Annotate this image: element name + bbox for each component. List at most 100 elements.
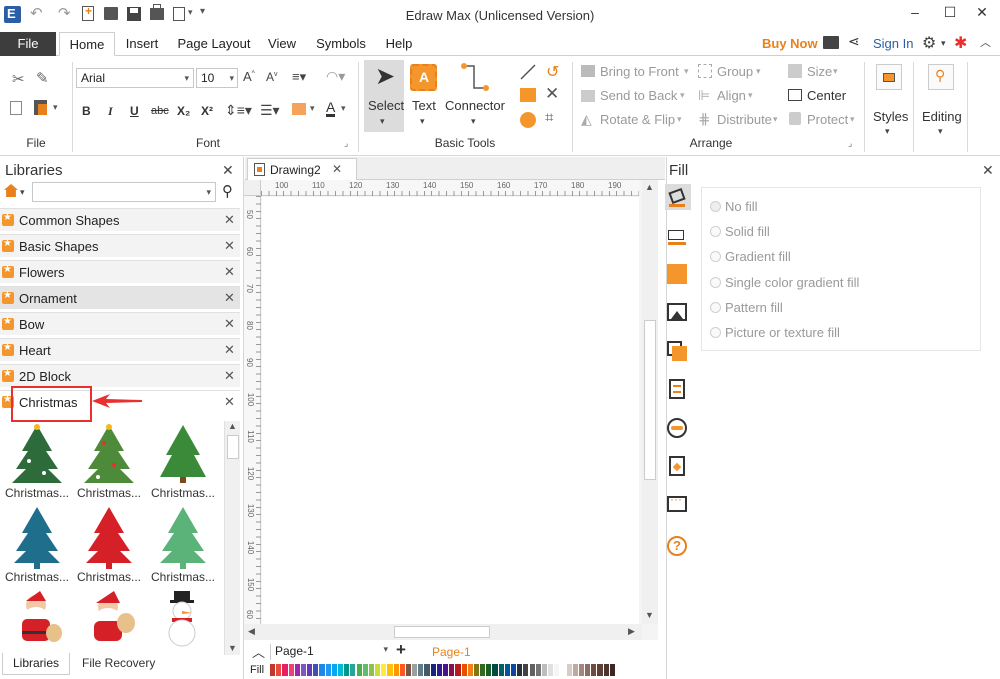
drawing-page[interactable] [262,197,639,624]
radio-button[interactable] [710,302,721,313]
bring-to-front-button[interactable]: Bring to Front [600,64,679,79]
color-swatch[interactable] [541,664,548,676]
fill-option-pattern-fill[interactable]: Pattern fill [710,300,910,318]
shape-christmas-tree-1[interactable]: Christmas... [2,421,72,505]
editing-search-icon[interactable]: ⚲ [928,64,954,90]
library-close-icon[interactable]: ✕ [224,290,235,306]
color-swatch[interactable] [405,664,412,676]
library-item-flowers[interactable]: Flowers ✕ [0,260,240,284]
color-swatch[interactable] [313,664,319,676]
size-button[interactable]: Size [807,64,832,79]
bullets-icon[interactable]: ☰▾ [260,102,280,119]
bring-to-front-icon[interactable] [581,65,595,77]
connector-tool-icon[interactable] [460,62,490,92]
shape-santa-2[interactable] [82,591,136,647]
color-swatch[interactable] [424,664,430,676]
protect-button[interactable]: Protect [807,112,848,127]
library-close-icon[interactable]: ✕ [224,342,235,358]
line-tool-icon[interactable] [520,64,536,80]
color-swatch[interactable] [455,664,461,676]
font-color-dropdown-icon[interactable]: ▾ [341,103,346,114]
format-painter-icon[interactable]: ✂ [12,70,25,88]
text-dropdown-icon[interactable]: ▾ [420,116,425,127]
line-spacing-icon[interactable]: ⇕≡▾ [225,102,252,119]
document-tab-close-icon[interactable]: ✕ [332,162,342,176]
canvas-scroll-thumb[interactable] [644,320,656,480]
paragraph-align-icon[interactable]: ≡▾ [292,69,306,85]
edit-page-icon[interactable] [669,456,685,476]
text-tool-label[interactable]: Text [412,98,436,113]
tab-page-layout[interactable]: Page Layout [171,32,257,56]
color-swatch[interactable] [492,664,498,676]
color-swatch[interactable] [566,664,572,676]
radio-button[interactable] [710,226,721,237]
color-swatch[interactable] [449,664,455,676]
editing-dropdown-icon[interactable]: ▾ [938,126,943,137]
color-swatch[interactable] [307,664,313,676]
color-swatch[interactable] [282,664,288,676]
tab-help[interactable]: Help [378,32,420,56]
crop-tool-icon[interactable]: ⌗ [545,109,553,126]
center-icon[interactable] [788,89,802,101]
fill-option-solid-fill[interactable]: Solid fill [710,224,910,242]
color-swatch[interactable] [498,664,504,676]
rectangle-tool-icon[interactable] [520,88,536,102]
color-swatch[interactable] [294,664,300,676]
color-swatch[interactable] [300,664,307,676]
line-style-icon[interactable] [667,226,687,246]
highlight-dropdown-icon[interactable]: ▾ [310,103,315,114]
fill-panel-close-icon[interactable]: ✕ [982,162,994,179]
color-swatch[interactable] [443,664,449,676]
help-icon[interactable]: ? [667,536,687,556]
send-to-back-button[interactable]: Send to Back [600,88,677,103]
paste-icon[interactable] [34,100,47,115]
radio-button[interactable] [710,251,721,262]
color-swatch[interactable] [381,664,387,676]
tab-view[interactable]: View [262,32,302,56]
color-swatch[interactable] [325,664,331,676]
size-icon[interactable] [788,64,802,78]
align-button[interactable]: Align [717,88,746,103]
brush-icon[interactable]: ✎ [36,69,49,87]
shape-santa-1[interactable] [10,591,64,647]
connector-dropdown-icon[interactable]: ▾ [471,116,476,127]
scroll-up-icon[interactable]: ▲ [228,421,237,431]
scroll-left-icon[interactable]: ◀ [248,626,255,637]
color-swatch[interactable] [356,664,362,676]
shrink-font-icon[interactable]: Av [266,70,278,84]
rotate-flip-button[interactable]: Rotate & Flip [600,112,675,127]
radio-button[interactable] [710,277,721,288]
grow-font-icon[interactable]: A^ [243,69,255,84]
bring-front-dropdown-icon[interactable]: ▾ [684,66,689,77]
color-swatch[interactable] [319,664,325,676]
tab-home[interactable]: Home [59,32,115,56]
library-close-icon[interactable]: ✕ [224,316,235,332]
align-dropdown-icon[interactable]: ▾ [748,90,753,101]
color-swatch[interactable] [578,664,585,676]
copy-icon[interactable] [10,101,22,115]
libraries-close-icon[interactable]: ✕ [222,162,234,179]
color-swatch[interactable] [548,664,554,676]
shadow-icon[interactable] [667,264,687,284]
library-close-icon[interactable]: ✕ [224,212,235,228]
library-item-ornament[interactable]: Ornament ✕ [0,286,240,310]
color-swatch[interactable] [591,664,597,676]
font-color-icon[interactable]: A [326,100,336,117]
radio-button[interactable] [710,201,721,212]
library-search-input[interactable]: ▾ [32,182,216,202]
tab-insert[interactable]: Insert [117,32,167,56]
shape-christmas-tree-4[interactable]: Christmas... [2,505,72,589]
styles-icon[interactable] [876,64,902,90]
rotate-flip-icon[interactable]: ◭ [581,111,592,128]
color-swatch[interactable] [436,664,442,676]
shape-christmas-tree-3[interactable]: Christmas... [148,421,218,505]
color-swatch[interactable] [418,664,424,676]
settings-dropdown-icon[interactable]: ▾ [941,38,946,49]
color-swatch[interactable] [529,664,535,676]
shape-christmas-tree-6[interactable]: Christmas... [148,505,218,589]
color-swatch[interactable] [387,664,393,676]
fill-bucket-icon[interactable] [665,184,691,210]
fill-option-no-fill[interactable]: No fill [710,199,910,217]
color-swatch[interactable] [276,664,282,676]
send-back-dropdown-icon[interactable]: ▾ [680,90,685,101]
